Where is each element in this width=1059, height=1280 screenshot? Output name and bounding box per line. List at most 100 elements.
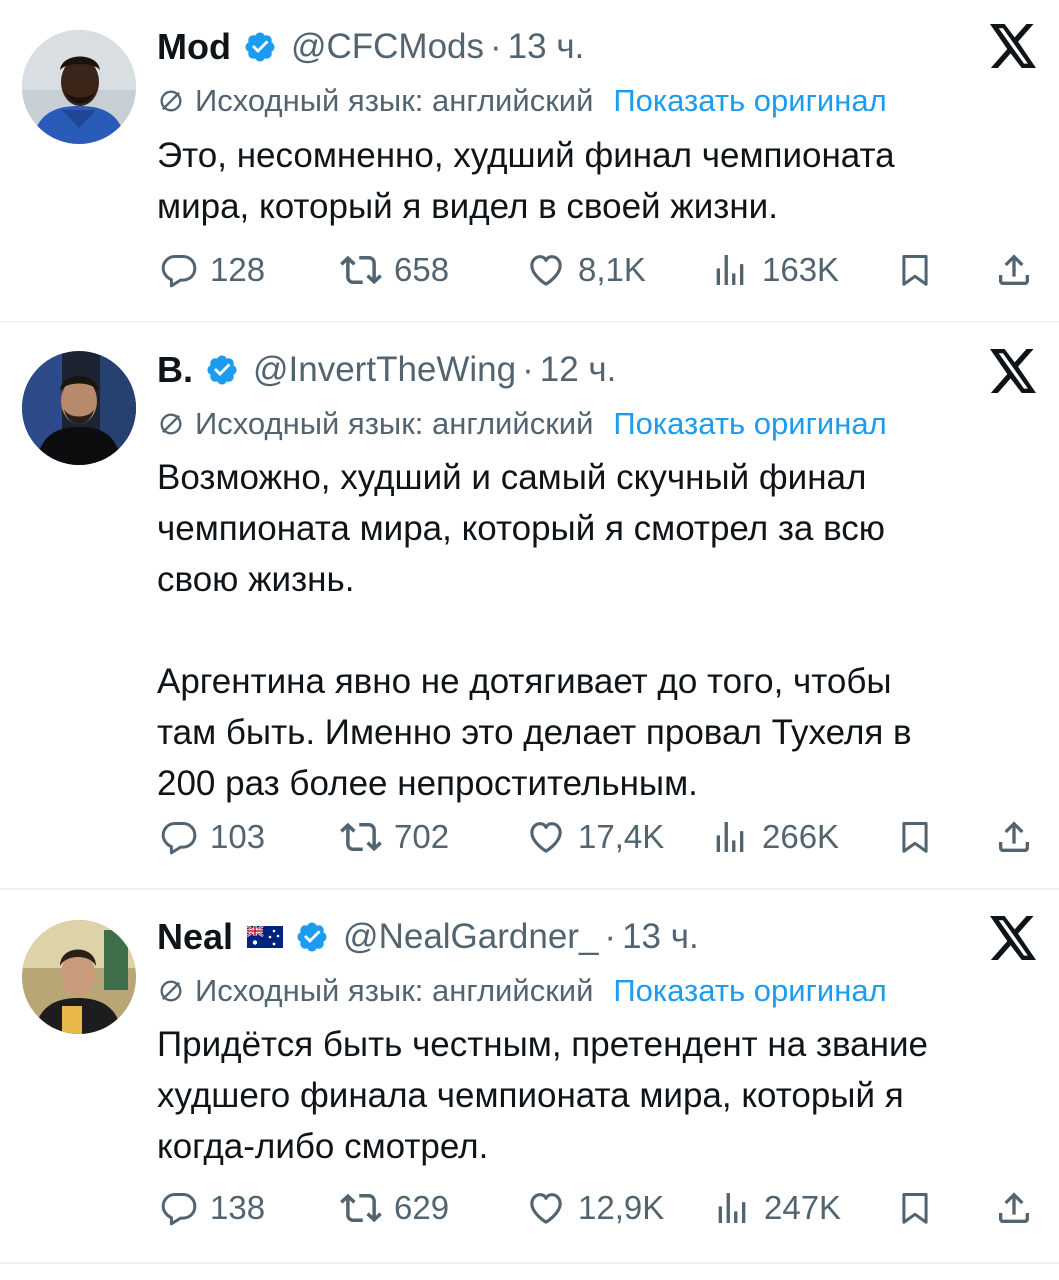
display-name[interactable]: B. [157,349,193,391]
action-bar: 128 658 8,1K 163K [0,248,1059,292]
like-count: 17,4K [578,818,665,855]
retweet-icon [340,1187,382,1229]
reply-count: 128 [210,251,266,288]
avatar[interactable] [22,351,136,465]
text-line: Это, несомненно, худший финал чемпионата [157,136,895,175]
share-button[interactable] [994,815,1034,859]
avatar[interactable] [22,920,136,1034]
bookmark-button[interactable] [896,1186,934,1230]
reply-count: 103 [210,818,266,855]
reply-count: 138 [210,1189,266,1226]
views-button[interactable]: 247K [712,1186,841,1230]
action-bar: 138 629 12,9K 247K [0,1186,1059,1230]
translation-notice: Исходный язык: английский Показать ориги… [157,80,887,122]
separator: · [522,350,534,389]
timestamp[interactable]: 12 ч. [540,350,617,390]
tweet-text: Возможно, худший и самый скучный финал ч… [157,452,1037,809]
retweet-count: 658 [394,251,450,288]
verified-badge-icon [295,920,329,954]
show-original-link[interactable]: Показать оригинал [613,973,886,1009]
text-line: мира, который я видел в своей жизни. [157,187,778,226]
avatar[interactable] [22,30,136,144]
reply-icon [160,251,198,289]
translation-label: Исходный язык: английский [195,83,594,118]
tweet-header: Mod @CFCMods · 13 ч. [157,22,584,72]
translation-notice: Исходный язык: английский Показать ориги… [157,970,887,1012]
views-button[interactable]: 163K [710,248,839,292]
views-count: 266K [762,818,840,855]
tweet-text: Придётся быть честным, претендент на зва… [157,1019,1037,1172]
user-handle[interactable]: @InvertTheWing [253,350,516,390]
text-line: свою жизнь. [157,560,355,599]
separator: · [604,917,617,956]
text-line: когда-либо смотрел. [157,1127,489,1166]
avatar-photo [22,920,136,1034]
share-button[interactable] [994,1186,1034,1230]
tweet-text: Это, несомненно, худший финал чемпионата… [157,130,1037,232]
tweet-3[interactable]: Neal @NealGardner_ · 13 ч. Исходный язык… [0,890,1059,1260]
user-handle[interactable]: @NealGardner_ [343,917,598,957]
text-line: там быть. Именно это делает провал Тухел… [157,713,912,752]
display-name[interactable]: Neal [157,916,233,958]
x-logo-icon [990,24,1038,68]
like-count: 12,9K [578,1189,665,1226]
avatar-photo [22,30,136,144]
tweet-2[interactable]: B. @InvertTheWing · 12 ч. Исходный язык:… [0,323,1059,889]
text-line: Возможно, худший и самый скучный финал [157,458,867,497]
text-line: чемпионата мира, который я смотрел за вс… [157,509,886,548]
bookmark-button[interactable] [896,248,934,292]
separator: · [490,27,502,66]
like-button[interactable]: 17,4K [526,815,664,859]
retweet-button[interactable]: 658 [340,248,449,292]
timestamp[interactable]: 13 ч. [508,27,585,67]
heart-icon [526,250,566,290]
verified-badge-icon [243,30,277,64]
x-logo-icon [990,349,1038,393]
share-icon [994,1188,1034,1228]
like-button[interactable]: 8,1K [526,248,646,292]
tweet-divider [0,1262,1059,1264]
share-button[interactable] [994,248,1034,292]
retweet-button[interactable]: 629 [340,1186,449,1230]
show-original-link[interactable]: Показать оригинал [613,83,886,119]
text-line: 200 раз более непростительным. [157,764,698,803]
views-icon [712,1188,752,1228]
text-line: Аргентина явно не дотягивает до того, чт… [157,662,892,701]
verified-badge-icon [205,353,239,387]
retweet-button[interactable]: 702 [340,815,449,859]
views-icon [710,817,750,857]
bookmark-button[interactable] [896,815,934,859]
display-name[interactable]: Mod [157,26,231,68]
avatar-photo [22,351,136,465]
translate-icon [157,87,185,115]
reply-icon [160,818,198,856]
like-count: 8,1K [578,251,646,288]
user-handle[interactable]: @CFCMods [291,27,484,67]
views-count: 247K [764,1189,842,1226]
translation-label: Исходный язык: английский [195,973,594,1008]
tweet-1[interactable]: Mod @CFCMods · 13 ч. Исходный язык: англ… [0,0,1059,322]
translation-label: Исходный язык: английский [195,406,594,441]
text-line: Придётся быть честным, претендент на зва… [157,1025,928,1064]
retweet-count: 702 [394,818,450,855]
views-count: 163K [762,251,840,288]
australia-flag-icon [247,926,284,948]
bookmark-icon [896,817,934,857]
translate-icon [157,977,185,1005]
share-icon [994,250,1034,290]
tweet-header: B. @InvertTheWing · 12 ч. [157,345,616,395]
bookmark-icon [896,1188,934,1228]
heart-icon [526,1188,566,1228]
show-original-link[interactable]: Показать оригинал [613,406,886,442]
reply-button[interactable]: 128 [160,248,265,292]
translation-notice: Исходный язык: английский Показать ориги… [157,403,887,445]
like-button[interactable]: 12,9K [526,1186,664,1230]
heart-icon [526,817,566,857]
timestamp[interactable]: 13 ч. [622,917,699,957]
reply-button[interactable]: 103 [160,815,265,859]
reply-button[interactable]: 138 [160,1186,265,1230]
x-logo-icon [990,916,1038,960]
views-button[interactable]: 266K [710,815,839,859]
views-icon [710,250,750,290]
